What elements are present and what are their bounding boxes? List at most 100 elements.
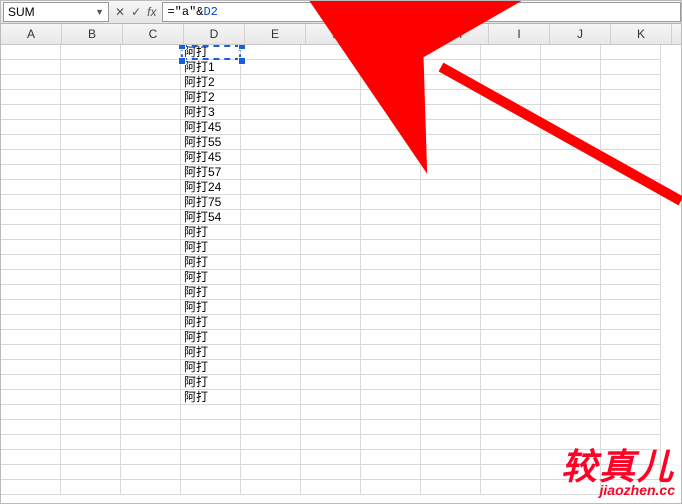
- cell[interactable]: [481, 195, 541, 210]
- cell[interactable]: 阿打54: [181, 210, 241, 225]
- cell[interactable]: [481, 150, 541, 165]
- cell[interactable]: [421, 165, 481, 180]
- cell[interactable]: [1, 210, 61, 225]
- cell[interactable]: [1, 60, 61, 75]
- cell[interactable]: 阿打45: [181, 120, 241, 135]
- cell[interactable]: [601, 150, 661, 165]
- cell[interactable]: [541, 465, 601, 480]
- cell[interactable]: [361, 150, 421, 165]
- cell[interactable]: [541, 105, 601, 120]
- cell[interactable]: [541, 315, 601, 330]
- cell[interactable]: [361, 225, 421, 240]
- cell[interactable]: [481, 435, 541, 450]
- cell[interactable]: 阿打: [181, 255, 241, 270]
- cell[interactable]: [121, 450, 181, 465]
- cell[interactable]: [301, 105, 361, 120]
- cell[interactable]: [1, 420, 61, 435]
- cell[interactable]: [61, 105, 121, 120]
- cell[interactable]: [1, 315, 61, 330]
- cell[interactable]: [121, 285, 181, 300]
- cell[interactable]: [361, 255, 421, 270]
- cell[interactable]: [361, 180, 421, 195]
- cell[interactable]: [121, 120, 181, 135]
- cell[interactable]: [481, 105, 541, 120]
- cell[interactable]: [601, 210, 661, 225]
- cell[interactable]: [61, 375, 121, 390]
- cell[interactable]: [181, 450, 241, 465]
- cell[interactable]: [241, 270, 301, 285]
- cell[interactable]: [361, 210, 421, 225]
- cell[interactable]: [61, 345, 121, 360]
- cell[interactable]: [601, 330, 661, 345]
- cell[interactable]: [481, 420, 541, 435]
- cell[interactable]: [1, 480, 61, 495]
- cell[interactable]: [601, 75, 661, 90]
- cell[interactable]: [241, 90, 301, 105]
- cell[interactable]: [1, 75, 61, 90]
- cell[interactable]: [481, 75, 541, 90]
- cell[interactable]: [121, 465, 181, 480]
- cell[interactable]: [361, 360, 421, 375]
- confirm-button[interactable]: ✓: [131, 5, 141, 19]
- cell[interactable]: [241, 420, 301, 435]
- cell[interactable]: [301, 255, 361, 270]
- cell[interactable]: [541, 405, 601, 420]
- cell[interactable]: [241, 375, 301, 390]
- cell[interactable]: [61, 420, 121, 435]
- cell[interactable]: [1, 390, 61, 405]
- cell[interactable]: [541, 375, 601, 390]
- cell[interactable]: 阿打55: [181, 135, 241, 150]
- cell[interactable]: [241, 165, 301, 180]
- cell[interactable]: [601, 180, 661, 195]
- cell[interactable]: [301, 270, 361, 285]
- cell[interactable]: 阿打: [181, 330, 241, 345]
- cell[interactable]: [301, 75, 361, 90]
- cell[interactable]: [481, 480, 541, 495]
- cell[interactable]: [241, 315, 301, 330]
- column-header-I[interactable]: I: [489, 24, 550, 44]
- cell[interactable]: [481, 270, 541, 285]
- cell[interactable]: [481, 45, 541, 60]
- cell[interactable]: [121, 330, 181, 345]
- cell[interactable]: [121, 240, 181, 255]
- cell[interactable]: [121, 165, 181, 180]
- cell[interactable]: 阿打2: [181, 90, 241, 105]
- cell[interactable]: [121, 300, 181, 315]
- cell[interactable]: [541, 135, 601, 150]
- cell[interactable]: [481, 405, 541, 420]
- cell[interactable]: [1, 270, 61, 285]
- cell[interactable]: [1, 240, 61, 255]
- cell[interactable]: [541, 120, 601, 135]
- cell[interactable]: [121, 435, 181, 450]
- cell[interactable]: [541, 45, 601, 60]
- cell[interactable]: 阿打: [181, 345, 241, 360]
- cell[interactable]: [421, 285, 481, 300]
- cell[interactable]: [481, 135, 541, 150]
- cell[interactable]: [301, 210, 361, 225]
- column-header-A[interactable]: A: [1, 24, 62, 44]
- cell[interactable]: [541, 75, 601, 90]
- cell[interactable]: [241, 360, 301, 375]
- cell[interactable]: [61, 195, 121, 210]
- cell[interactable]: [601, 225, 661, 240]
- cell[interactable]: [421, 375, 481, 390]
- cell[interactable]: [301, 90, 361, 105]
- cell[interactable]: [301, 360, 361, 375]
- cell[interactable]: [421, 360, 481, 375]
- cell[interactable]: [301, 435, 361, 450]
- cell[interactable]: [361, 435, 421, 450]
- cell[interactable]: [241, 240, 301, 255]
- cell[interactable]: [421, 420, 481, 435]
- cell[interactable]: [181, 465, 241, 480]
- cell[interactable]: [241, 480, 301, 495]
- cell[interactable]: [601, 375, 661, 390]
- cell[interactable]: [301, 405, 361, 420]
- cell[interactable]: [541, 330, 601, 345]
- cell[interactable]: [481, 315, 541, 330]
- cell[interactable]: [481, 255, 541, 270]
- cell[interactable]: [361, 165, 421, 180]
- cell[interactable]: [421, 330, 481, 345]
- cell[interactable]: [541, 285, 601, 300]
- cell[interactable]: 阿打1: [181, 60, 241, 75]
- cell[interactable]: [61, 300, 121, 315]
